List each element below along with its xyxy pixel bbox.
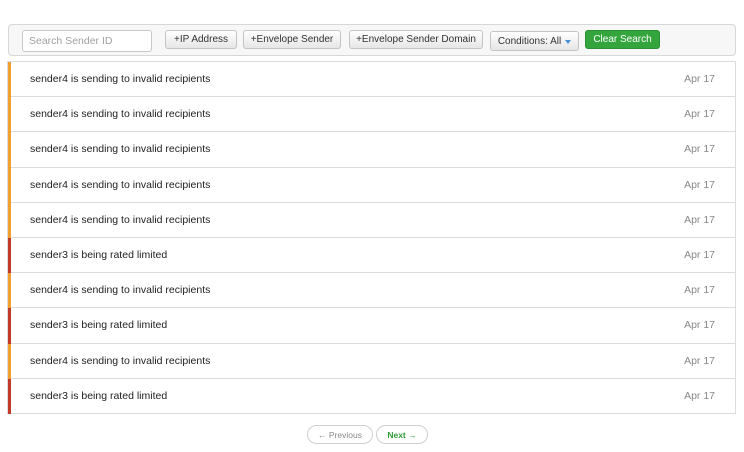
alert-message: sender4 is sending to invalid recipients: [30, 354, 211, 367]
alert-message: sender4 is sending to invalid recipients: [30, 213, 211, 226]
alert-message: sender4 is sending to invalid recipients: [30, 284, 211, 297]
alert-message: sender3 is being rated limited: [30, 389, 168, 402]
add-envelope-sender-button[interactable]: +Envelope Sender: [243, 30, 341, 49]
alert-row[interactable]: sender4 is sending to invalid recipients…: [8, 273, 735, 309]
alert-message: sender4 is sending to invalid recipients: [30, 73, 211, 86]
alert-message: sender4 is sending to invalid recipients: [30, 178, 211, 191]
alert-message: sender4 is sending to invalid recipients: [30, 108, 211, 121]
conditions-dropdown[interactable]: Conditions: All: [490, 31, 579, 51]
alert-date: Apr 17: [684, 249, 715, 262]
alert-date: Apr 17: [684, 178, 715, 191]
add-envelope-sender-domain-button[interactable]: +Envelope Sender Domain: [349, 30, 483, 49]
previous-page-button[interactable]: ← Previous: [307, 425, 373, 444]
alert-row[interactable]: sender4 is sending to invalid recipients…: [8, 343, 735, 379]
pagination: ← Previous Next →: [0, 425, 744, 445]
alert-date: Apr 17: [684, 73, 715, 86]
search-sender-input[interactable]: [22, 30, 152, 52]
next-page-button[interactable]: Next →: [376, 425, 428, 444]
alert-date: Apr 17: [684, 284, 715, 297]
alert-date: Apr 17: [684, 143, 715, 156]
alert-date: Apr 17: [684, 319, 715, 332]
clear-search-button[interactable]: Clear Search: [585, 30, 660, 49]
alert-message: sender3 is being rated limited: [30, 319, 168, 332]
alert-row[interactable]: sender4 is sending to invalid recipients…: [8, 97, 735, 133]
alert-message: sender4 is sending to invalid recipients: [30, 143, 211, 156]
alert-date: Apr 17: [684, 354, 715, 367]
alert-date: Apr 17: [684, 213, 715, 226]
alert-row[interactable]: sender4 is sending to invalid recipients…: [8, 202, 735, 239]
alert-row[interactable]: sender4 is sending to invalid recipients…: [8, 62, 735, 98]
alert-list: sender4 is sending to invalid recipients…: [7, 61, 736, 415]
alert-row[interactable]: sender3 is being rated limited Apr 17: [8, 237, 735, 274]
alert-date: Apr 17: [684, 108, 715, 121]
alert-row[interactable]: sender3 is being rated limited Apr 17: [8, 378, 735, 415]
alert-row[interactable]: sender3 is being rated limited Apr 17: [8, 308, 735, 344]
filter-toolbar: +IP Address +Envelope Sender +Envelope S…: [8, 24, 736, 56]
chevron-down-icon: [565, 40, 572, 44]
alert-row[interactable]: sender4 is sending to invalid recipients…: [8, 132, 735, 168]
alert-message: sender3 is being rated limited: [30, 249, 168, 262]
alert-date: Apr 17: [684, 389, 715, 402]
alert-row[interactable]: sender4 is sending to invalid recipients…: [8, 167, 735, 203]
conditions-label: Conditions: All: [497, 35, 562, 47]
add-ip-address-button[interactable]: +IP Address: [165, 30, 237, 49]
